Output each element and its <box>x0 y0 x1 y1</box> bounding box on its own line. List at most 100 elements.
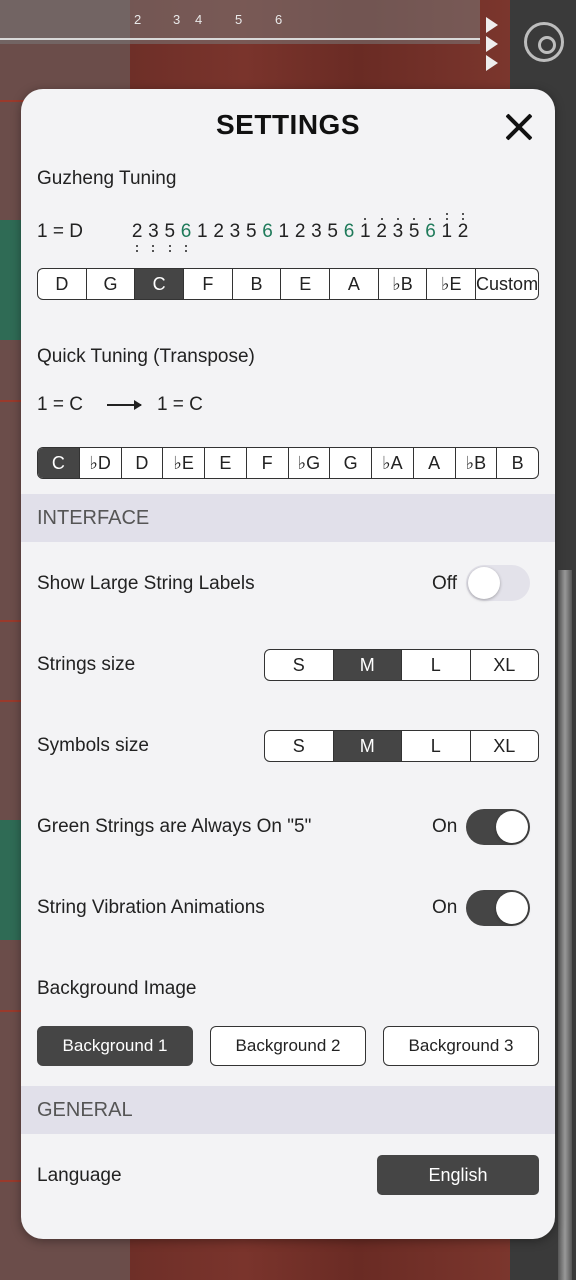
octave-dot <box>136 250 139 252</box>
background-image-label: Background Image <box>37 978 197 999</box>
transpose-option[interactable]: F <box>245 448 288 478</box>
tuning-note: 2 <box>213 221 224 242</box>
large-labels-state: Off <box>432 573 457 594</box>
background-2-button[interactable]: Background 2 <box>210 1026 366 1066</box>
octave-dot <box>185 245 188 247</box>
strings-size-label: Strings size <box>37 654 136 675</box>
transpose-from: 1 = C <box>37 394 83 415</box>
tuning-key: 1 = D <box>37 221 83 242</box>
green-strings-state: On <box>432 816 458 837</box>
transpose-display: 1 = C 1 = C <box>37 394 203 416</box>
vibration-toggle[interactable] <box>466 890 530 926</box>
tuning-notes: 235612356123561235612 <box>129 213 471 252</box>
transpose-option[interactable]: D <box>120 448 163 478</box>
symbols-size-option[interactable]: M <box>332 731 401 761</box>
symbols-size-option[interactable]: S <box>265 731 333 761</box>
background-green-string <box>0 220 22 340</box>
general-section-title: GENERAL <box>37 1099 133 1121</box>
transpose-option[interactable]: G <box>329 448 371 478</box>
octave-dot <box>152 245 155 247</box>
ruler-number: 6 <box>275 12 283 27</box>
symbols-size-label: Symbols size <box>37 735 149 756</box>
large-labels-label: Show Large String Labels <box>37 573 255 594</box>
strings-size-selector: S M L XL <box>264 649 539 681</box>
tuning-notation: 1 = D 235612356123561235612 <box>37 213 471 252</box>
transpose-option[interactable]: ♭E <box>162 448 204 478</box>
background-pole <box>558 570 572 1280</box>
octave-dot <box>364 218 367 220</box>
ruler-number: 3 <box>173 12 181 27</box>
record-icon[interactable] <box>524 22 564 62</box>
strings-size-option[interactable]: S <box>265 650 333 680</box>
transpose-option[interactable]: A <box>412 448 455 478</box>
transpose-option[interactable]: ♭D <box>78 448 121 478</box>
octave-dot <box>445 218 448 220</box>
interface-section-title: INTERFACE <box>37 507 150 529</box>
transpose-option[interactable]: ♭G <box>287 448 330 478</box>
arrow-right-icon <box>106 400 142 410</box>
large-labels-toggle[interactable] <box>466 565 530 601</box>
toggle-knob <box>468 567 500 599</box>
tuning-note: 2 <box>373 218 389 243</box>
expand-arrows-icon[interactable] <box>480 14 506 78</box>
settings-modal: SETTINGS Guzheng Tuning 1 = D 2356123561… <box>21 89 555 1239</box>
octave-dot <box>462 218 465 220</box>
tuning-note: 6 <box>262 221 273 242</box>
tuning-note: 5 <box>406 218 422 243</box>
strings-size-option[interactable]: M <box>332 650 401 680</box>
tuning-note: 5 <box>327 221 338 242</box>
tuning-note: 6 <box>422 218 438 243</box>
tuning-note: 3 <box>311 221 322 242</box>
tuning-note: 6 <box>343 221 355 242</box>
octave-dot <box>136 245 139 247</box>
background-3-button[interactable]: Background 3 <box>383 1026 539 1066</box>
transpose-to: 1 = C <box>156 394 203 415</box>
tuning-option[interactable]: F <box>183 269 232 299</box>
ruler-line <box>0 38 480 40</box>
green-strings-label: Green Strings are Always On "5" <box>37 816 312 837</box>
tuning-selector: D G C F B E A ♭B ♭E Custom <box>37 268 539 300</box>
modal-title: SETTINGS <box>215 109 360 140</box>
guzheng-tuning-label: Guzheng Tuning <box>37 168 177 189</box>
tuning-option[interactable]: C <box>134 269 184 299</box>
tuning-note: 1 <box>197 221 208 242</box>
background-1-button[interactable]: Background 1 <box>37 1026 193 1066</box>
language-button[interactable]: English <box>377 1155 539 1195</box>
strings-size-option[interactable]: XL <box>469 650 539 680</box>
transpose-option[interactable]: ♭B <box>454 448 497 478</box>
tuning-option[interactable]: A <box>329 269 378 299</box>
transpose-selector: C ♭D D ♭E E F ♭G G ♭A A ♭B B <box>37 447 539 479</box>
ruler-number: 4 <box>195 12 203 27</box>
transpose-option[interactable]: C <box>38 448 79 478</box>
tuning-option[interactable]: G <box>85 269 135 299</box>
tuning-option[interactable]: D <box>38 269 86 299</box>
octave-dot <box>168 250 171 252</box>
octave-dot <box>445 213 448 215</box>
tuning-note: 1 <box>278 221 290 242</box>
toggle-knob <box>496 892 528 924</box>
strings-size-option[interactable]: L <box>401 650 470 680</box>
tuning-note: 2 <box>129 221 145 252</box>
tuning-option[interactable]: E <box>280 269 329 299</box>
tuning-option[interactable]: ♭E <box>426 269 475 299</box>
tuning-option[interactable]: B <box>231 269 281 299</box>
transpose-option[interactable]: ♭A <box>371 448 413 478</box>
close-icon[interactable] <box>501 109 537 145</box>
ruler-number: 5 <box>235 12 243 27</box>
tuning-note: 3 <box>145 221 161 252</box>
symbols-size-selector: S M L XL <box>264 730 539 762</box>
symbols-size-option[interactable]: XL <box>469 731 539 761</box>
octave-dot <box>462 213 465 215</box>
ruler-number: 2 <box>134 12 142 27</box>
transpose-option[interactable]: E <box>204 448 246 478</box>
tuning-option[interactable]: Custom <box>475 269 538 299</box>
green-strings-toggle[interactable] <box>466 809 530 845</box>
tuning-note: 1 <box>439 213 455 243</box>
background-green-string <box>0 820 22 940</box>
toggle-knob <box>496 811 528 843</box>
transpose-option[interactable]: B <box>496 448 538 478</box>
tuning-note: 3 <box>229 221 241 242</box>
symbols-size-option[interactable]: L <box>401 731 470 761</box>
octave-dot <box>396 218 399 220</box>
tuning-option[interactable]: ♭B <box>377 269 427 299</box>
